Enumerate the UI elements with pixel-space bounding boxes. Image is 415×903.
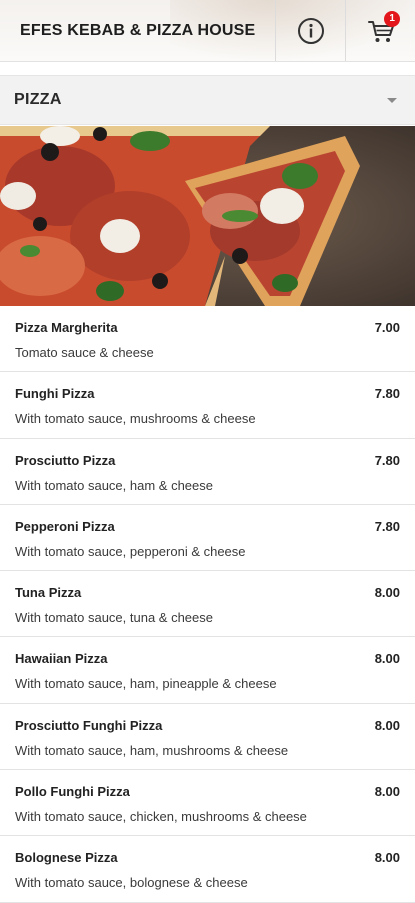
menu-item-description: With tomato sauce, pepperoni & cheese [15, 543, 246, 559]
menu-item-name: Prosciutto Funghi Pizza [15, 717, 163, 733]
cart-button[interactable]: 1 [345, 0, 415, 61]
info-icon [297, 17, 324, 44]
info-button[interactable] [275, 0, 345, 61]
menu-item-price: 8.00 [374, 651, 400, 667]
menu-item-price: 8.00 [374, 717, 400, 733]
menu-item-name: Pepperoni Pizza [15, 518, 115, 534]
menu-item-name: Tuna Pizza [15, 585, 82, 601]
category-header-pizza[interactable]: PIZZA [0, 75, 415, 125]
menu-item-description: With tomato sauce, tuna & cheese [15, 610, 213, 626]
chevron-down-icon [387, 97, 397, 103]
restaurant-title: EFES KEBAB & PIZZA HOUSE [20, 21, 256, 39]
menu-item-name: Prosciutto Pizza [15, 452, 116, 468]
menu-item[interactable]: Hawaiian Pizza 8.00 With tomato sauce, h… [0, 637, 415, 704]
menu-item-name: Funghi Pizza [15, 386, 95, 402]
menu-item-description: With tomato sauce, ham, mushrooms & chee… [15, 742, 289, 758]
menu-item[interactable]: Prosciutto Pizza 7.80 With tomato sauce,… [0, 438, 415, 505]
menu-item-description: With tomato sauce, ham & cheese [15, 477, 213, 493]
menu-item-name: Pollo Funghi Pizza [15, 784, 130, 800]
menu-item-name: Pizza Margherita [15, 320, 118, 335]
menu-item-name: Hawaiian Pizza [15, 651, 108, 667]
menu-item-price: 7.80 [374, 452, 400, 468]
cart-count-badge: 1 [384, 10, 401, 27]
menu-item-price: 7.80 [374, 386, 400, 402]
menu-item[interactable]: Pepperoni Pizza 7.80 With tomato sauce, … [0, 504, 415, 572]
menu-item[interactable]: Pollo Funghi Pizza 8.00 With tomato sauc… [0, 770, 415, 837]
menu-item-description: With tomato sauce, mushrooms & cheese [15, 411, 256, 427]
menu-item-price: 8.00 [374, 850, 400, 866]
menu-item[interactable]: Tuna Pizza 8.00 With tomato sauce, tuna … [0, 571, 415, 638]
menu-item-description: Tomato sauce & cheese [15, 345, 154, 360]
menu-item-price: 7.80 [374, 518, 400, 534]
menu-list: Pizza Margherita 7.00 Tomato sauce & che… [0, 306, 415, 903]
menu-item-description: With tomato sauce, chicken, mushrooms & … [15, 809, 307, 825]
menu-item[interactable]: Bolognese Pizza 8.00 With tomato sauce, … [0, 836, 415, 903]
menu-item-price: 8.00 [374, 784, 400, 800]
pizza-hero-image [0, 126, 415, 306]
category-title: PIZZA [14, 91, 62, 108]
menu-item-price: 7.00 [374, 320, 400, 335]
menu-item[interactable]: Prosciutto Funghi Pizza 8.00 With tomato… [0, 703, 415, 771]
menu-item[interactable]: Pizza Margherita 7.00 Tomato sauce & che… [0, 306, 415, 373]
menu-item-description: With tomato sauce, ham, pineapple & chee… [15, 676, 277, 692]
menu-item-price: 8.00 [374, 585, 400, 601]
menu-item[interactable]: Funghi Pizza 7.80 With tomato sauce, mus… [0, 372, 415, 439]
menu-item-name: Bolognese Pizza [15, 850, 118, 866]
menu-item-description: With tomato sauce, bolognese & cheese [15, 875, 248, 891]
app-header: EFES KEBAB & PIZZA HOUSE 1 [0, 0, 415, 62]
